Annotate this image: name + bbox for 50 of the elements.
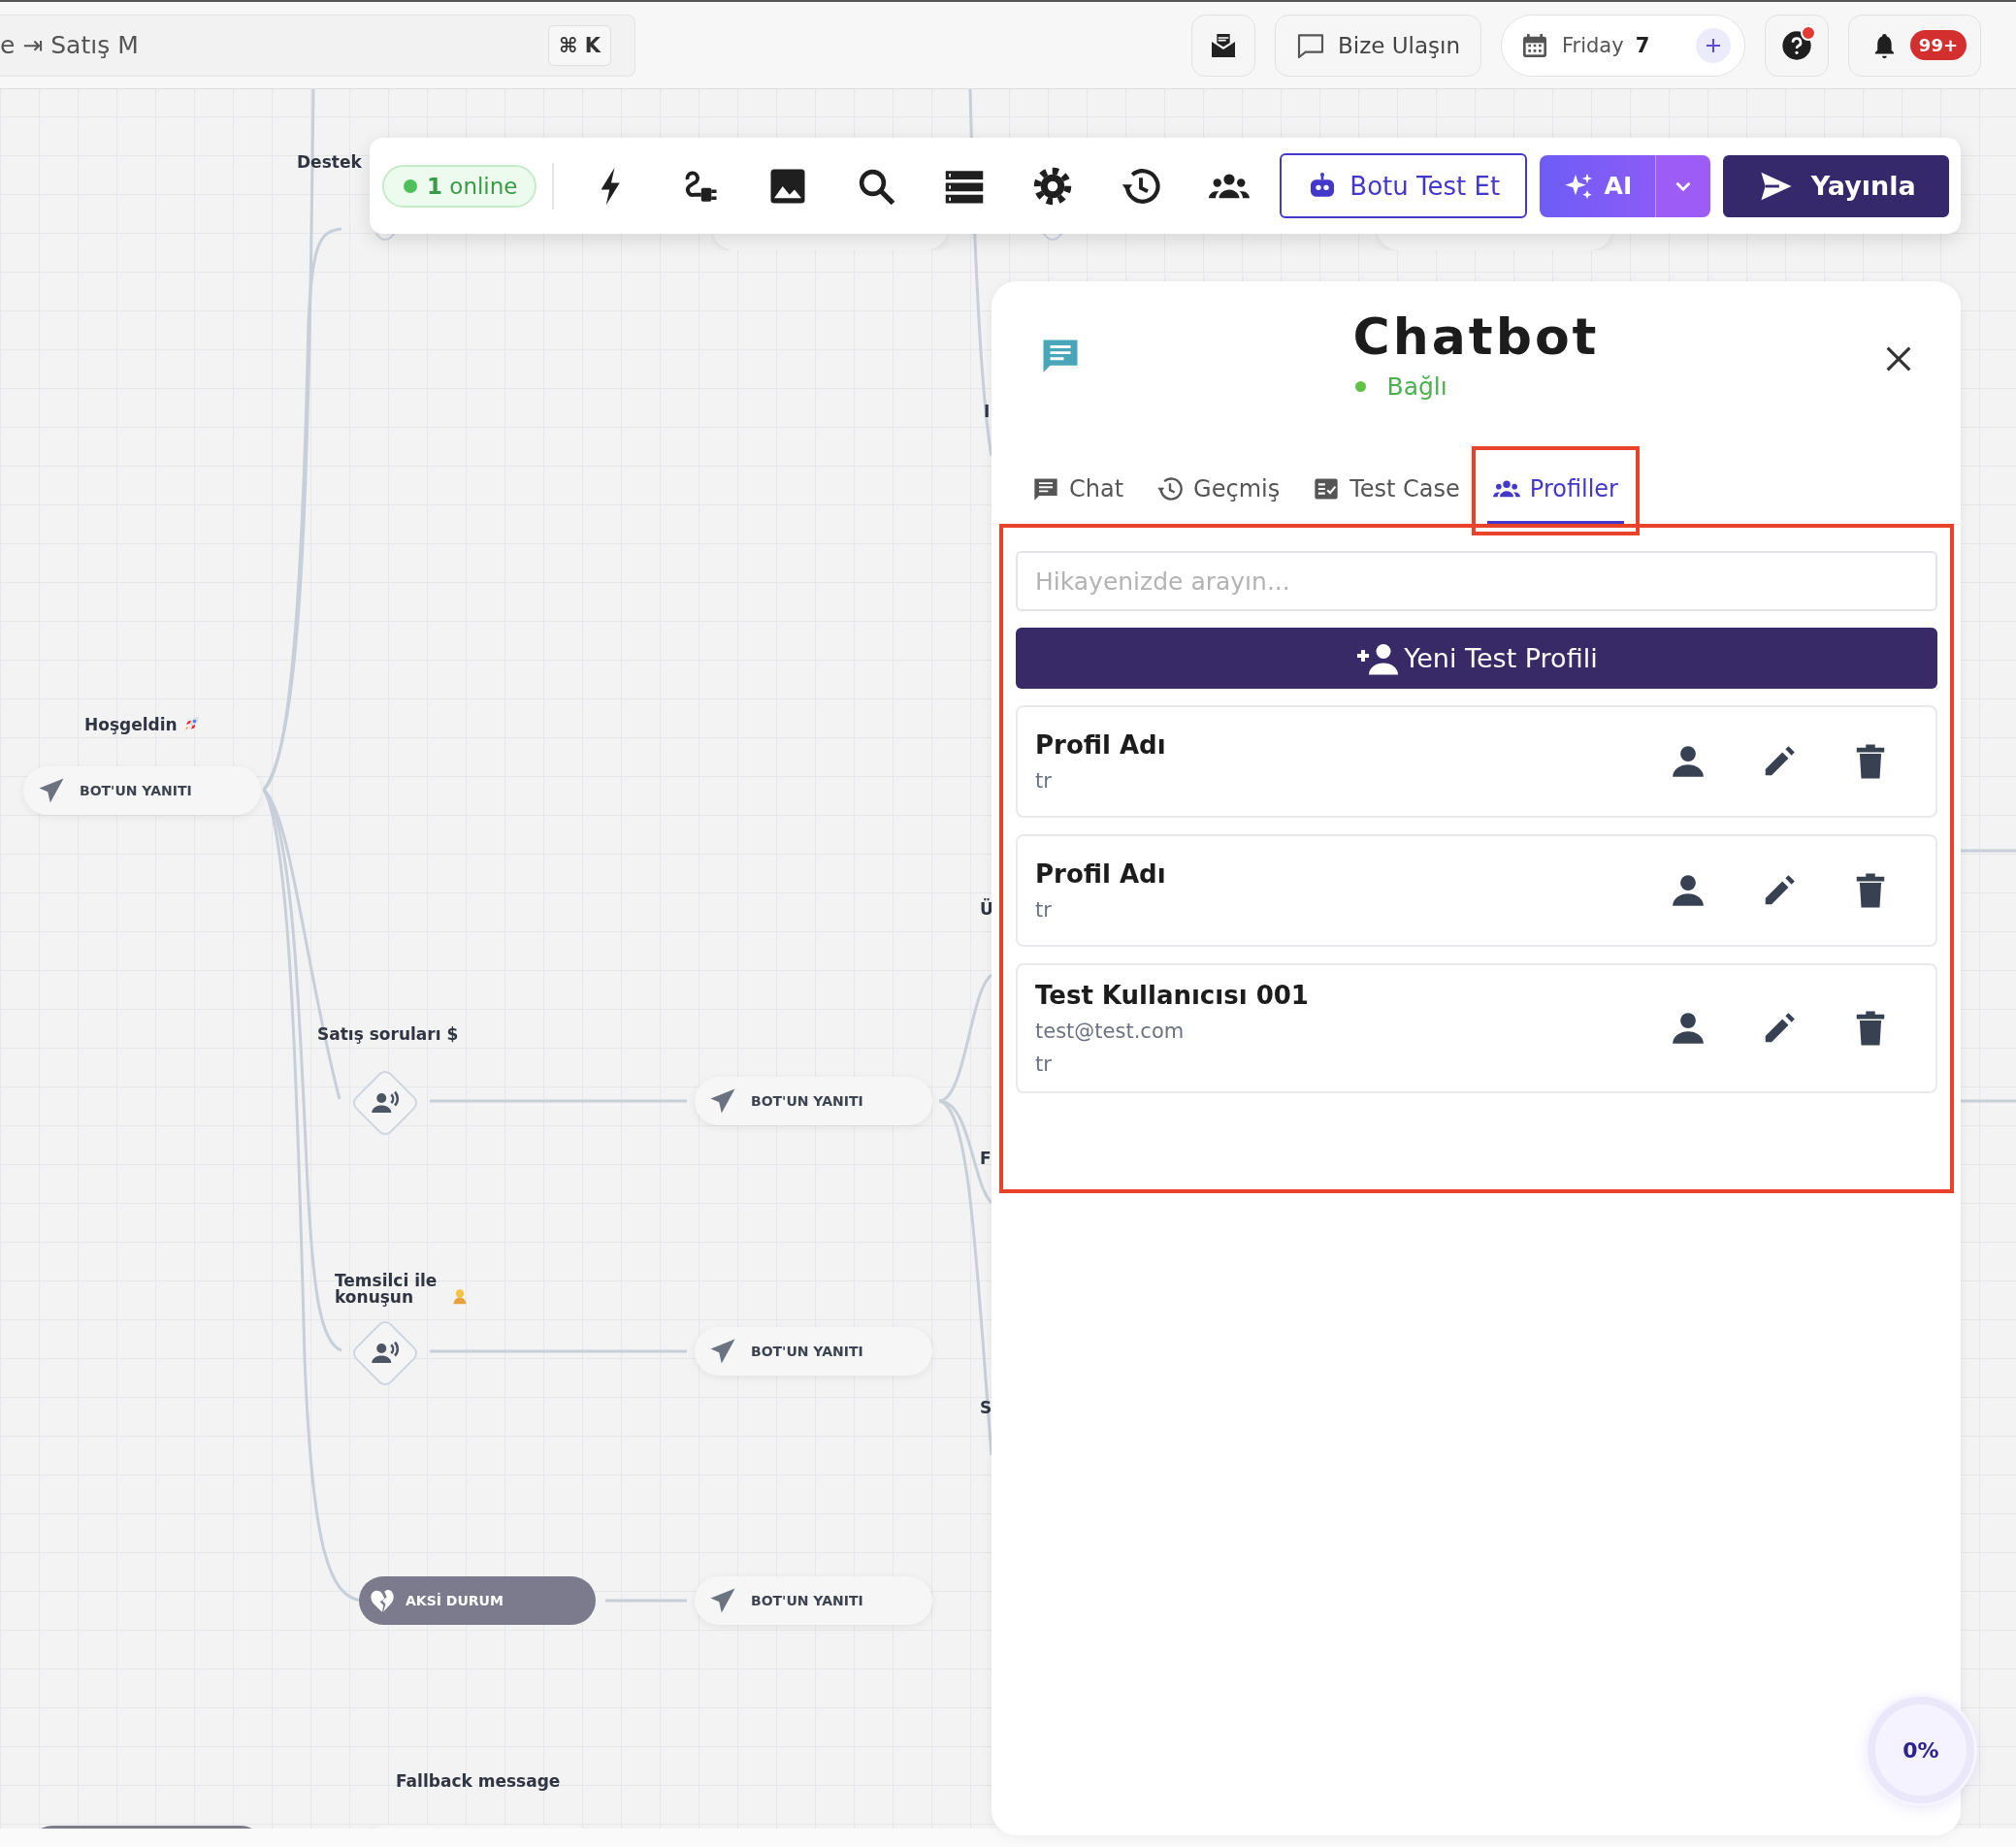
ai-button[interactable]: AI [1540, 154, 1656, 217]
profile-name: Profil Adı [1035, 730, 1167, 760]
profile-detail: tr [1035, 1053, 1053, 1076]
tab[interactable]: Geçmiş [1151, 456, 1286, 524]
profile-name: Profil Adı [1035, 859, 1167, 889]
node-label: BOT'UN YANITI [751, 1593, 863, 1608]
new-profile-button[interactable]: Yeni Test Profili [1016, 628, 1937, 689]
bot-reply-node[interactable]: BOT'UN YANITI [695, 1077, 932, 1125]
date-number: 7 [1635, 33, 1650, 57]
profile-detail: tr [1035, 769, 1053, 793]
bot-reply-node[interactable]: BOT'UN YANITI [695, 1576, 932, 1625]
fallback-node[interactable]: AKSİ DURUM [359, 1576, 596, 1625]
publish-button[interactable]: Yayınla [1723, 154, 1950, 217]
profile-card[interactable]: Profil Adı tr [1016, 705, 1937, 818]
node-label: BOT'UN YANITI [80, 783, 192, 798]
node-title: Fallback message [396, 1773, 561, 1790]
date-picker[interactable]: Friday 7 [1501, 14, 1745, 77]
node-label: BOT'UN YANITI [751, 1093, 863, 1109]
tab[interactable]: Test Case [1307, 456, 1466, 524]
tab[interactable]: Profiller [1486, 456, 1624, 524]
breadcrumb-text: e ⇥ Satış M [0, 31, 139, 59]
node-title: Destek [297, 154, 362, 171]
panel-title: Chatbot [1352, 307, 1600, 368]
online-status-text: 1 online [427, 173, 518, 199]
date-day: Friday [1562, 33, 1624, 57]
profile-detail: tr [1035, 898, 1053, 922]
node-title: Satış soruları $ [317, 1026, 459, 1043]
node-title: S [980, 1400, 992, 1416]
shortcut-key: ⌘ K [547, 24, 611, 66]
notifications-button[interactable]: 99+ [1848, 14, 1981, 77]
contact-button[interactable]: Bize Ulaşın [1275, 14, 1481, 77]
node-title: Temsilci ile konuşun [335, 1273, 439, 1306]
command-bar[interactable]: e ⇥ Satış M ⌘ K [0, 14, 635, 77]
bot-reply-node[interactable]: BOT'UN YANITI [23, 766, 261, 815]
search-field[interactable]: Hikayenizde arayın... [1016, 551, 1937, 611]
profile-card[interactable]: Profil Adı tr [1016, 834, 1937, 947]
notification-count: 99+ [1909, 30, 1967, 60]
node-title: F [980, 1150, 992, 1167]
profile-detail: test@test.com [1035, 1020, 1186, 1043]
test-bot-button[interactable]: Botu Test Et [1280, 153, 1528, 218]
status-label: Bağlı [1386, 373, 1447, 402]
node-title: I [984, 404, 991, 420]
profile-card[interactable]: Test Kullanıcısı 001 test@test.com tr [1016, 963, 1937, 1093]
profile-name: Test Kullanıcısı 001 [1035, 981, 1310, 1010]
node-title: Hoşgeldin [84, 717, 178, 733]
tab[interactable]: Chat [1026, 456, 1130, 524]
progress-badge: 0% [1868, 1697, 1974, 1803]
bot-reply-node[interactable]: BOT'UN YANITI [695, 1327, 932, 1376]
node-label: AKSİ DURUM [406, 1593, 504, 1608]
node-label: BOT'UN YANITI [751, 1344, 863, 1359]
